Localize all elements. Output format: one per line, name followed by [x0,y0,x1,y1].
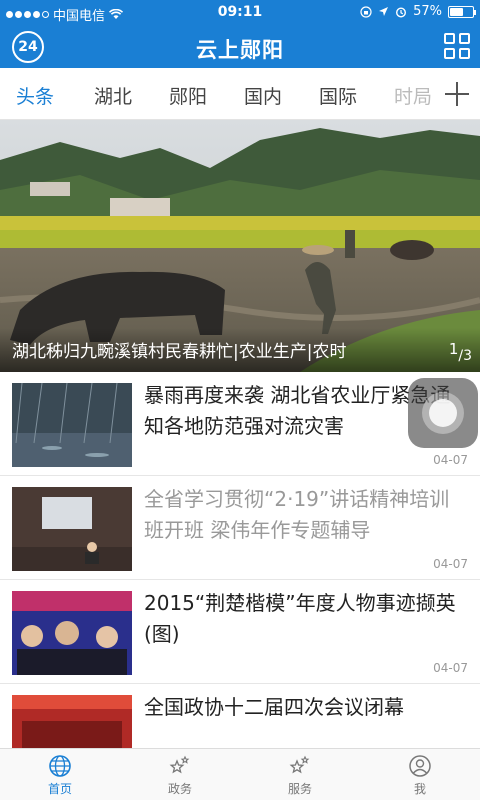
location-icon [379,7,389,16]
grid-menu-icon[interactable] [444,33,470,59]
tab-international[interactable]: 国际 [319,82,357,109]
app-header: 24 云上郧阳 [0,26,480,68]
news-thumbnail [12,383,132,467]
tab-yunyang[interactable]: 郧阳 [169,82,207,109]
battery-percent: 57% [413,4,442,19]
bottom-tab-government[interactable]: 政务 [120,749,240,800]
bottom-tab-label: 首页 [47,782,72,796]
plus-icon [445,81,469,106]
tab-domestic[interactable]: 国内 [244,82,282,109]
tab-current-affairs[interactable]: 时局 [394,82,432,109]
tab-headlines[interactable]: 头条 [16,82,54,109]
news-date: 04-07 [433,557,468,571]
app-title: 云上郧阳 [196,38,284,62]
news-thumbnail [12,487,132,571]
globe-icon [49,755,71,777]
battery-icon [448,5,476,18]
bottom-tab-home[interactable]: 首页 [0,749,120,800]
bottom-tab-bar: 首页 政务 服务 我 [0,748,480,800]
news-date: 04-07 [433,453,468,467]
user-icon [409,755,431,777]
bottom-tab-services[interactable]: 服务 [240,749,360,800]
rotation-lock-icon [360,5,372,18]
news-item[interactable]: 2015“荆楚楷模”年度人物事迹撷英(图) 04-07 [0,580,480,684]
tab-hubei[interactable]: 湖北 [94,82,132,109]
news-headline: 全省学习贯彻“2·19”讲话精神培训班开班 梁伟年作专题辅导 [144,487,450,542]
hero-carousel[interactable]: 湖北秭归九畹溪镇村民春耕忙|农业生产|农时 1/3 [0,120,480,372]
news-date: 04-07 [433,661,468,675]
news-headline: 全国政协十二届四次会议闭幕 [144,695,404,719]
carousel-pager: 1/3 [448,340,472,364]
news-item[interactable]: 全省学习贯彻“2·19”讲话精神培训班开班 梁伟年作专题辅导 04-07 [0,476,480,580]
stars-icon [169,755,190,774]
news-thumbnail [12,591,132,675]
assistive-touch-button[interactable] [408,378,478,448]
add-channel-button[interactable] [434,68,480,119]
alarm-icon [396,6,407,18]
stars-icon [289,755,310,774]
bottom-tab-label: 服务 [287,782,312,796]
bottom-tab-me[interactable]: 我 [360,749,480,800]
hero-caption[interactable]: 湖北秭归九畹溪镇村民春耕忙|农业生产|农时 [12,337,346,362]
news-headline: 2015“荆楚楷模”年度人物事迹撷英(图) [144,591,456,646]
channel-tabs: 头条 湖北 郧阳 国内 国际 时局 [0,68,480,120]
status-bar: 中国电信 09:11 57% [0,0,480,26]
bottom-tab-label: 政务 [167,782,192,796]
bottom-tab-label: 我 [413,782,426,796]
